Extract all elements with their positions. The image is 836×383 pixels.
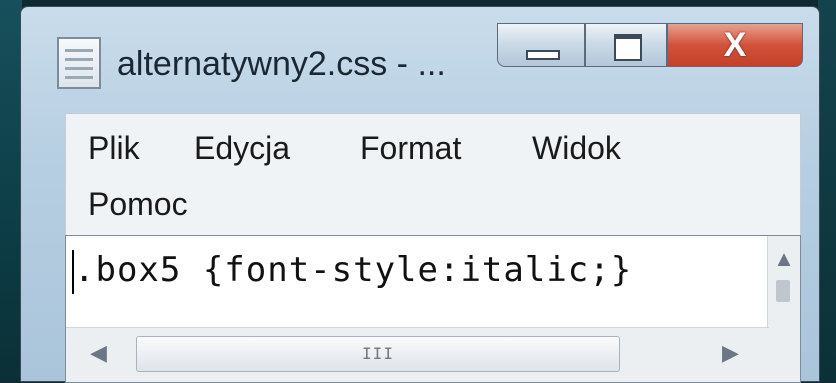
title-bar[interactable]: alternatywny2.css - ... X xyxy=(21,7,819,117)
menu-widok[interactable]: Widok xyxy=(532,130,621,167)
horizontal-scroll-thumb[interactable]: III xyxy=(136,336,620,372)
menu-bar: Plik Edycja Format Widok Pomoc xyxy=(65,113,801,237)
resize-grip[interactable] xyxy=(767,328,800,382)
desktop-background-left xyxy=(0,0,22,382)
text-editor[interactable]: .box5 {font-style:italic;} ▲ ◀ III ▶ xyxy=(65,235,801,383)
close-icon: X xyxy=(723,26,747,64)
maximize-button[interactable] xyxy=(585,23,667,67)
horizontal-scrollbar[interactable]: ◀ III ▶ xyxy=(66,327,769,382)
menu-plik[interactable]: Plik xyxy=(88,130,140,167)
window-title: alternatywny2.css - ... xyxy=(117,45,446,83)
desktop-background-right xyxy=(818,0,836,382)
vertical-scrollbar[interactable]: ▲ xyxy=(767,236,800,328)
scroll-left-icon[interactable]: ◀ xyxy=(90,340,107,366)
close-button[interactable]: X xyxy=(667,23,803,67)
vertical-scroll-thumb[interactable] xyxy=(776,280,790,302)
menu-edycja[interactable]: Edycja xyxy=(194,130,290,167)
maximize-icon xyxy=(614,34,642,61)
scroll-up-icon[interactable]: ▲ xyxy=(768,246,800,272)
menu-pomoc[interactable]: Pomoc xyxy=(88,186,188,223)
scroll-grip-icon: III xyxy=(362,344,394,363)
minimize-button[interactable] xyxy=(497,23,585,67)
menu-format[interactable]: Format xyxy=(360,130,461,167)
notepad-window: alternatywny2.css - ... X Plik Edycja Fo… xyxy=(20,6,820,383)
notepad-icon[interactable] xyxy=(57,37,101,89)
scroll-right-icon[interactable]: ▶ xyxy=(722,340,739,366)
minimize-icon xyxy=(526,50,560,60)
editor-content[interactable]: .box5 {font-style:italic;} xyxy=(74,250,632,290)
